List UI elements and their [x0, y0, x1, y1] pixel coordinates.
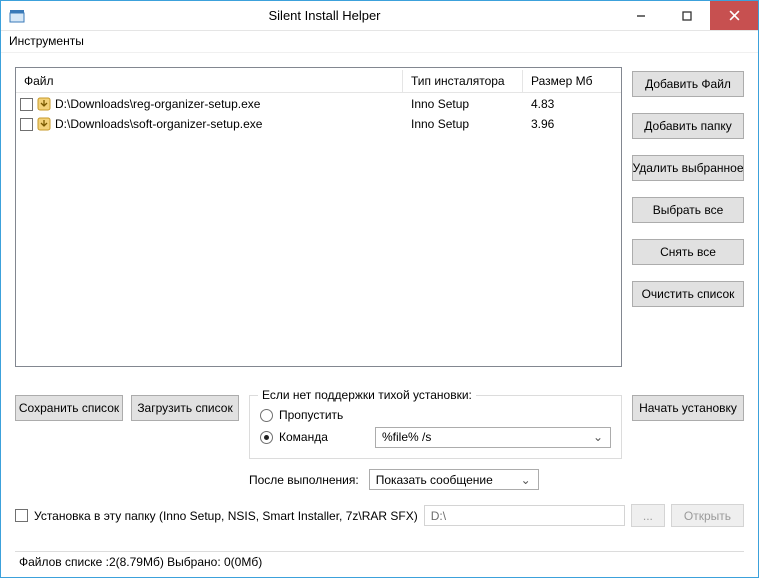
radio-skip[interactable] [260, 409, 273, 422]
app-window: Silent Install Helper Инструменты Файл Т… [0, 0, 759, 578]
add-folder-button[interactable]: Добавить папку [632, 113, 744, 139]
command-combo-value: %file% /s [382, 430, 431, 444]
row-checkbox[interactable] [20, 98, 33, 111]
no-silent-group: Если нет поддержки тихой установки: Проп… [249, 395, 622, 459]
after-combo-value: Показать сообщение [376, 473, 493, 487]
list-header: Файл Тип инсталятора Размер Мб [16, 68, 621, 94]
list-row[interactable]: D:\Downloads\soft-organizer-setup.exe In… [16, 114, 621, 134]
close-button[interactable] [710, 1, 758, 30]
col-file[interactable]: Файл [16, 70, 403, 93]
add-file-button[interactable]: Добавить Файл [632, 71, 744, 97]
select-all-button[interactable]: Выбрать все [632, 197, 744, 223]
installer-icon [36, 96, 52, 112]
file-list[interactable]: Файл Тип инсталятора Размер Мб D:\Downlo… [15, 67, 622, 367]
radio-skip-label: Пропустить [279, 408, 369, 422]
titlebar: Silent Install Helper [1, 1, 758, 31]
col-size[interactable]: Размер Мб [523, 70, 621, 93]
col-type[interactable]: Тип инсталятора [403, 70, 523, 93]
radio-command-label: Команда [279, 430, 369, 444]
window-title: Silent Install Helper [31, 8, 618, 23]
row-checkbox[interactable] [20, 118, 33, 131]
maximize-button[interactable] [664, 1, 710, 30]
radio-command[interactable] [260, 431, 273, 444]
row-path: D:\Downloads\reg-organizer-setup.exe [55, 97, 260, 111]
start-install-button[interactable]: Начать установку [632, 395, 744, 421]
after-combo[interactable]: Показать сообщение ⌄ [369, 469, 539, 490]
load-list-button[interactable]: Загрузить список [131, 395, 239, 421]
chevron-down-icon: ⌄ [518, 473, 534, 487]
installer-icon [36, 116, 52, 132]
install-to-label: Установка в эту папку (Inno Setup, NSIS,… [34, 509, 418, 523]
clear-list-button[interactable]: Очистить список [632, 281, 744, 307]
delete-selected-button[interactable]: Удалить выбранное [632, 155, 744, 181]
command-combo[interactable]: %file% /s ⌄ [375, 427, 611, 448]
list-row[interactable]: D:\Downloads\reg-organizer-setup.exe Inn… [16, 94, 621, 114]
menubar: Инструменты [1, 31, 758, 53]
app-icon [9, 8, 25, 24]
minimize-button[interactable] [618, 1, 664, 30]
menu-tools[interactable]: Инструменты [9, 34, 84, 48]
row-type: Inno Setup [403, 113, 523, 135]
after-label: После выполнения: [249, 473, 359, 487]
open-button[interactable]: Открыть [671, 504, 744, 527]
browse-button[interactable]: ... [631, 504, 665, 527]
deselect-all-button[interactable]: Снять все [632, 239, 744, 265]
chevron-down-icon: ⌄ [590, 430, 606, 444]
install-path-input[interactable]: D:\ [424, 505, 625, 526]
group-title: Если нет поддержки тихой установки: [258, 388, 476, 402]
install-to-checkbox[interactable] [15, 509, 28, 522]
save-list-button[interactable]: Сохранить список [15, 395, 123, 421]
row-size: 3.96 [523, 113, 621, 135]
row-type: Inno Setup [403, 93, 523, 115]
row-size: 4.83 [523, 93, 621, 115]
status-bar: Файлов списке :2(8.79Мб) Выбрано: 0(0Мб) [15, 551, 744, 573]
row-path: D:\Downloads\soft-organizer-setup.exe [55, 117, 262, 131]
